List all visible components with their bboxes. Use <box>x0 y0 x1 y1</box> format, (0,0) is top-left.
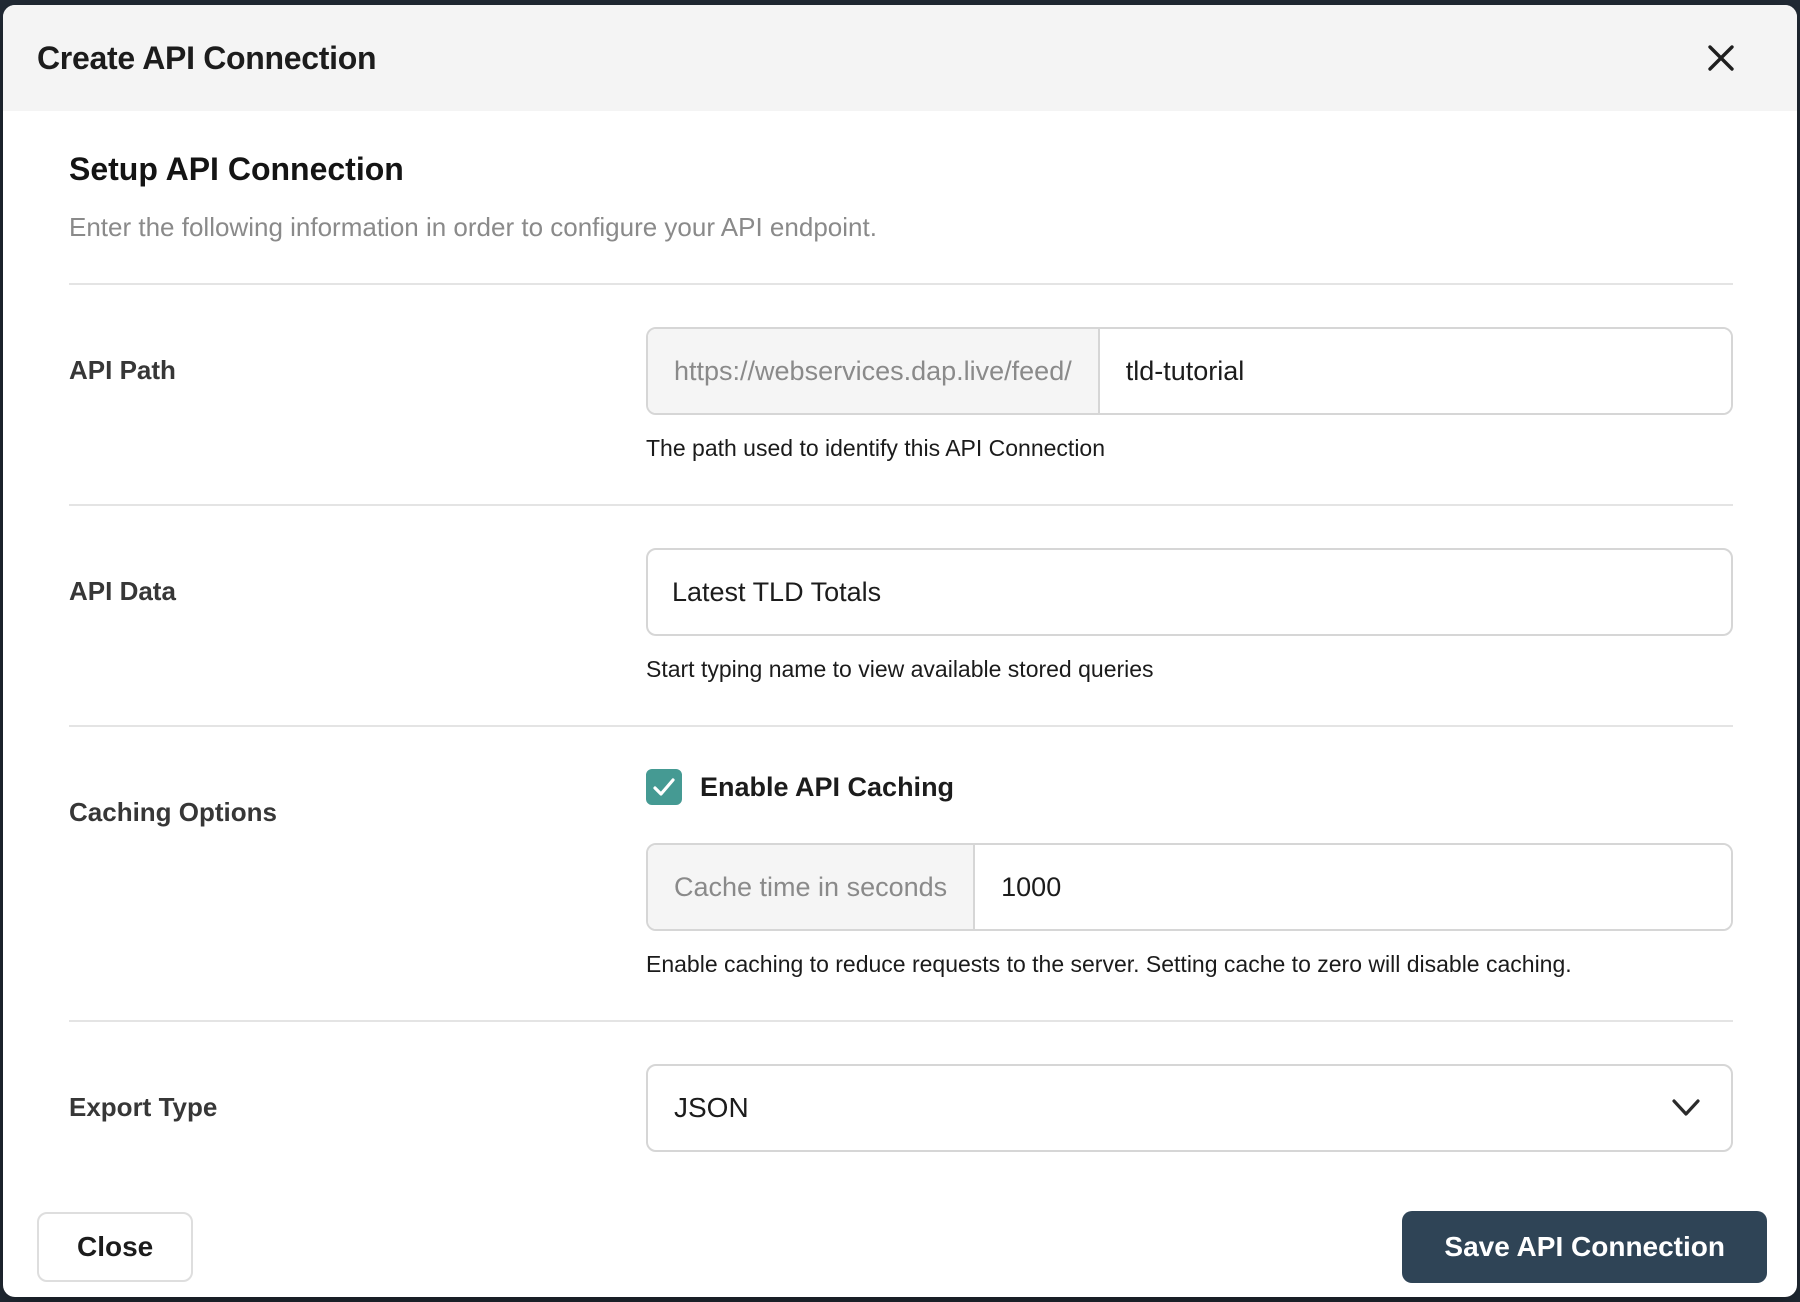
export-type-label: Export Type <box>69 1092 218 1122</box>
cache-time-input[interactable] <box>975 845 1731 929</box>
api-data-label: API Data <box>69 576 176 606</box>
modal-header: Create API Connection <box>3 5 1797 111</box>
export-type-row: Export Type JSON <box>69 1022 1733 1152</box>
close-icon <box>1705 42 1737 74</box>
section-description: Enter the following information in order… <box>69 212 877 242</box>
caching-options-row: Caching Options Enable API Caching Cache… <box>69 727 1733 1020</box>
api-data-row: API Data Start typing name to view avail… <box>69 506 1733 725</box>
cache-time-input-group: Cache time in seconds <box>646 843 1733 931</box>
section-heading: Setup API Connection <box>69 151 404 187</box>
modal-body: Setup API Connection Enter the following… <box>3 111 1797 1177</box>
modal-footer: Close Save API Connection <box>3 1177 1797 1297</box>
close-modal-button[interactable] <box>1697 34 1745 82</box>
api-path-label: API Path <box>69 355 176 385</box>
checkmark-icon <box>653 778 675 796</box>
caching-help-text: Enable caching to reduce requests to the… <box>646 951 1572 977</box>
close-button[interactable]: Close <box>37 1212 194 1282</box>
export-type-select[interactable]: JSON <box>646 1064 1733 1152</box>
api-data-input[interactable] <box>646 548 1733 636</box>
save-api-connection-button[interactable]: Save API Connection <box>1402 1211 1767 1283</box>
api-path-row: API Path https://webservices.dap.live/fe… <box>69 285 1733 504</box>
export-type-value: JSON <box>674 1092 749 1123</box>
create-api-connection-modal: Create API Connection Setup API Connecti… <box>3 5 1797 1297</box>
cache-time-prefix: Cache time in seconds <box>648 845 976 929</box>
caching-options-label: Caching Options <box>69 797 277 827</box>
enable-caching-checkbox[interactable] <box>646 769 682 805</box>
enable-caching-label[interactable]: Enable API Caching <box>700 772 954 803</box>
api-data-help-text: Start typing name to view available stor… <box>646 656 1154 682</box>
api-path-prefix: https://webservices.dap.live/feed/ <box>648 329 1100 413</box>
api-path-help-text: The path used to identify this API Conne… <box>646 435 1106 461</box>
api-path-input[interactable] <box>1099 329 1731 413</box>
modal-title: Create API Connection <box>37 39 377 76</box>
chevron-down-icon <box>1669 1097 1703 1119</box>
api-path-input-group: https://webservices.dap.live/feed/ <box>646 327 1733 415</box>
